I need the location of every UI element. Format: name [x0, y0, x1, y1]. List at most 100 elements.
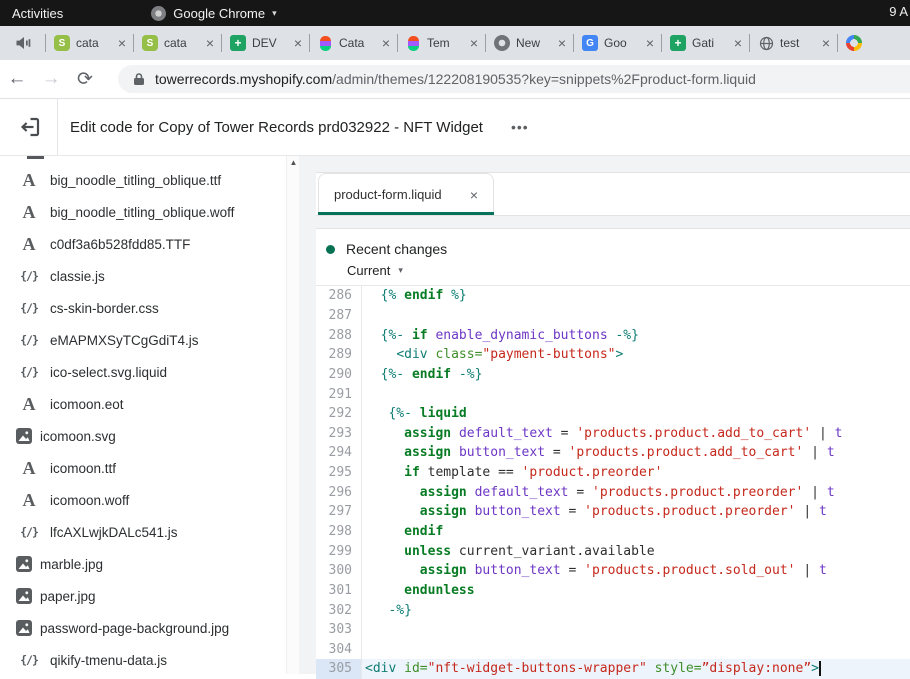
code-line[interactable]: 298 endif: [316, 522, 910, 542]
sidebar-scrollbar[interactable]: ▲: [286, 156, 300, 674]
file-item[interactable]: {/}ico-select.svg.liquid: [0, 356, 286, 388]
tab-close-icon[interactable]: ×: [558, 36, 566, 50]
code-file-icon: {/}: [16, 301, 42, 315]
browser-tab[interactable]: [838, 26, 908, 60]
more-actions-button[interactable]: •••: [511, 119, 529, 135]
file-item[interactable]: {/}cs-skin-border.css: [0, 292, 286, 324]
code-line[interactable]: 295 if template == 'product.preorder': [316, 463, 910, 483]
line-content: assign default_text = 'products.product.…: [362, 423, 910, 443]
tab-close-icon[interactable]: ×: [646, 36, 654, 50]
line-number: 295: [316, 463, 362, 483]
forward-icon[interactable]: →: [34, 68, 68, 90]
code-line[interactable]: 286 {% endif %}: [316, 286, 910, 306]
code-line[interactable]: 296 assign default_text = 'products.prod…: [316, 482, 910, 502]
code-line[interactable]: 305<div id="nft-widget-buttons-wrapper" …: [316, 659, 910, 679]
file-item[interactable]: Abig_noodle_titling_oblique.woff: [0, 196, 286, 228]
page-header: Edit code for Copy of Tower Records prd0…: [0, 99, 910, 156]
activities-button[interactable]: Activities: [12, 6, 63, 21]
line-content: [362, 640, 910, 660]
file-item[interactable]: Aicomoon.woff: [0, 484, 286, 516]
code-line[interactable]: 297 assign button_text = 'products.produ…: [316, 502, 910, 522]
browser-tab-title: Cata: [339, 36, 376, 50]
file-name: c0df3a6b528fdd85.TTF: [50, 237, 190, 252]
code-line[interactable]: 303: [316, 620, 910, 640]
version-dropdown[interactable]: Current ▾: [347, 263, 910, 278]
file-item[interactable]: icomoon.svg: [0, 420, 286, 452]
browser-tab[interactable]: +Gati×: [662, 26, 750, 60]
file-item[interactable]: {/}classie.js: [0, 260, 286, 292]
code-line[interactable]: 304: [316, 640, 910, 660]
browser-tab-title: DEV: [252, 36, 288, 50]
code-line[interactable]: 287: [316, 306, 910, 326]
code-line[interactable]: 299 unless current_variant.available: [316, 541, 910, 561]
image-file-icon: [16, 556, 32, 572]
line-number: 293: [316, 423, 362, 443]
code-line[interactable]: 289 <div class="payment-buttons">: [316, 345, 910, 365]
editor-tab-product-form[interactable]: product-form.liquid ×: [318, 173, 494, 215]
tab-close-icon[interactable]: ×: [118, 36, 126, 50]
file-item[interactable]: Aicomoon.eot: [0, 388, 286, 420]
code-file-icon: {/}: [16, 333, 42, 347]
google-favicon: [846, 35, 862, 51]
code-line[interactable]: 292 {%- liquid: [316, 404, 910, 424]
file-name: icomoon.eot: [50, 397, 124, 412]
back-icon[interactable]: ←: [0, 68, 34, 90]
browser-tab-title: cata: [76, 36, 112, 50]
recent-changes-bar: Recent changes Current ▾: [316, 229, 910, 286]
code-line[interactable]: 290 {%- endif -%}: [316, 365, 910, 385]
file-item[interactable]: paper.jpg: [0, 580, 286, 612]
browser-tab[interactable]: GGoo×: [574, 26, 662, 60]
tab-close-icon[interactable]: ×: [206, 36, 214, 50]
app-menu[interactable]: Google Chrome ▾: [151, 6, 276, 21]
code-line[interactable]: 293 assign default_text = 'products.prod…: [316, 423, 910, 443]
file-item[interactable]: Abig_noodle_titling_oblique.ttf: [0, 164, 286, 196]
tab-close-icon[interactable]: ×: [822, 36, 830, 50]
file-item[interactable]: Ac0df3a6b528fdd85.TTF: [0, 228, 286, 260]
code-line[interactable]: 300 assign button_text = 'products.produ…: [316, 561, 910, 581]
tab-close-icon[interactable]: ×: [382, 36, 390, 50]
code-line[interactable]: 302 -%}: [316, 600, 910, 620]
active-tab-indicator: [318, 212, 494, 215]
browser-tab[interactable]: Scata×: [46, 26, 134, 60]
url-domain: towerrecords.myshopify.com: [155, 71, 332, 87]
editor-tab-bar: product-form.liquid ×: [316, 172, 910, 216]
tab-close-icon[interactable]: ×: [470, 36, 478, 50]
browser-tab[interactable]: New×: [486, 26, 574, 60]
code-area[interactable]: 286 {% endif %}287288 {%- if enable_dyna…: [316, 286, 910, 679]
code-line[interactable]: 291: [316, 384, 910, 404]
lock-icon: [133, 72, 145, 86]
line-number: 296: [316, 482, 362, 502]
code-line[interactable]: 294 assign button_text = 'products.produ…: [316, 443, 910, 463]
line-content: assign default_text = 'products.product.…: [362, 482, 910, 502]
browser-tab[interactable]: +DEV×: [222, 26, 310, 60]
line-content: [362, 384, 910, 404]
browser-tab-strip: Scata×Scata×+DEV×Cata×Tem×New×GGoo×+Gati…: [0, 26, 910, 60]
code-line[interactable]: 301 endunless: [316, 581, 910, 601]
reload-icon[interactable]: ⟳: [68, 68, 102, 91]
file-item[interactable]: {/}qikify-tmenu-data.js: [0, 644, 286, 674]
file-name: eMAPMXSyTCgGdiT4.js: [50, 333, 199, 348]
line-content: assign button_text = 'products.product.p…: [362, 502, 910, 522]
line-content: <div id="nft-widget-buttons-wrapper" sty…: [362, 659, 910, 679]
browser-tab[interactable]: Tem×: [398, 26, 486, 60]
browser-tabs: Scata×Scata×+DEV×Cata×Tem×New×GGoo×+Gati…: [46, 26, 908, 60]
exit-code-editor-button[interactable]: [18, 115, 44, 139]
browser-tab-title: test: [780, 36, 816, 50]
code-line[interactable]: 288 {%- if enable_dynamic_buttons -%}: [316, 325, 910, 345]
file-item[interactable]: password-page-background.jpg: [0, 612, 286, 644]
editor-tab-close-icon[interactable]: ×: [470, 187, 478, 203]
file-item[interactable]: Aicomoon.ttf: [0, 452, 286, 484]
tab-close-icon[interactable]: ×: [734, 36, 742, 50]
line-number: 287: [316, 306, 362, 326]
browser-tab[interactable]: Scata×: [134, 26, 222, 60]
browser-tab[interactable]: test ×: [750, 26, 838, 60]
tab-close-icon[interactable]: ×: [294, 36, 302, 50]
address-bar[interactable]: towerrecords.myshopify.com/admin/themes/…: [118, 65, 910, 93]
code-file-icon: {/}: [16, 269, 42, 283]
tab-audio-indicator[interactable]: [0, 26, 46, 60]
file-item[interactable]: {/} eMAPMXSyTCgGdiT4.js: [0, 324, 286, 356]
file-item[interactable]: marble.jpg: [0, 548, 286, 580]
browser-tab[interactable]: Cata ×: [310, 26, 398, 60]
file-item[interactable]: {/}lfcAXLwjkDALc541.js: [0, 516, 286, 548]
system-clock[interactable]: 9 A: [889, 4, 908, 19]
